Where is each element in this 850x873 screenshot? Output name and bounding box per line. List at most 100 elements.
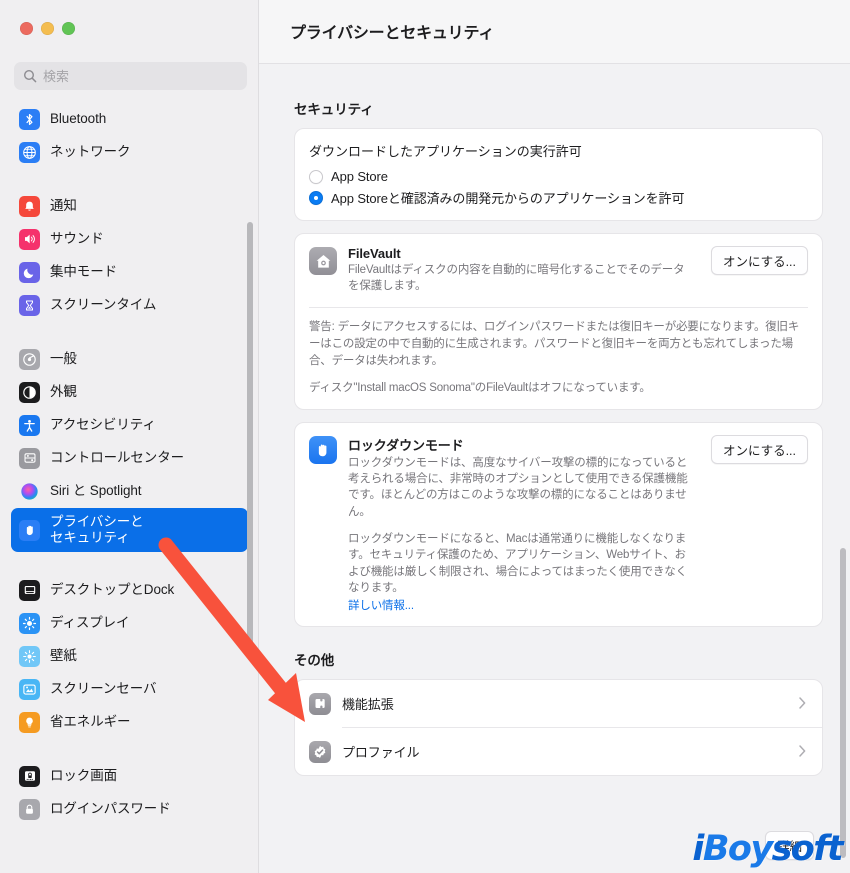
sidebar-item-label: 集中モード: [50, 263, 117, 279]
sidebar-item-ロック画面[interactable]: ロック画面: [11, 760, 248, 792]
filevault-name: FileVault: [348, 246, 401, 261]
radio-appstore-identified[interactable]: [309, 190, 323, 205]
lockdown-learn-more-link[interactable]: 詳しい情報...: [348, 597, 414, 613]
watermark-text-boy: Boy: [702, 829, 773, 869]
filevault-status-note: ディスク"Install macOS Sonoma"のFileVaultはオフに…: [309, 381, 651, 394]
sidebar-scrollbar[interactable]: [247, 222, 253, 652]
lockdown-mode-card: ロックダウンモード ロックダウンモードは、高度なサイバー攻撃の標的になっていると…: [294, 421, 823, 628]
main-scrollbar[interactable]: [840, 548, 846, 858]
accessibility-icon: [19, 414, 40, 436]
sidebar-item-label: ロック画面: [50, 767, 117, 783]
radio-appstore[interactable]: [309, 169, 323, 184]
lightbulb-icon: [19, 711, 40, 733]
lockdown-description: ロックダウンモードは、高度なサイバー攻撃の標的になっていると考えられる場合に、非…: [348, 456, 688, 518]
sidebar-item-label: 外観: [50, 383, 77, 399]
sidebar-item-省エネルギー[interactable]: 省エネルギー: [11, 706, 248, 738]
sidebar-item-label: 省エネルギー: [50, 713, 131, 729]
sidebar-item-siri-と-spotlight[interactable]: Siri と Spotlight: [11, 475, 248, 507]
sidebar-item-コントロールセンター[interactable]: コントロールセンター: [11, 442, 248, 474]
radio-appstore-label: App Store: [331, 169, 388, 184]
gatekeeper-option-appstore-identified[interactable]: App Storeと確認済みの開発元からのアプリケーションを許可: [309, 187, 808, 208]
lockdown-turn-on-button[interactable]: オンにする...: [710, 434, 808, 464]
sidebar-item-サウンド[interactable]: サウンド: [11, 223, 248, 255]
sidebar-item-label: ディスプレイ: [50, 614, 130, 630]
search-input[interactable]: [14, 62, 247, 90]
row-profiles[interactable]: プロファイル: [295, 728, 822, 775]
row-extensions[interactable]: 機能拡張: [295, 680, 822, 727]
sidebar-item-外観[interactable]: 外観: [11, 376, 248, 408]
sidebar-item-label: スクリーンセーバ: [50, 680, 157, 696]
settings-content: セキュリティ ダウンロードしたアプリケーションの実行許可 App Store A…: [259, 64, 850, 873]
network-globe-icon: [19, 141, 40, 163]
sidebar-item-アクセシビリティ[interactable]: アクセシビリティ: [11, 409, 248, 441]
sidebar-item-label: ネットワーク: [50, 143, 131, 159]
close-window-button[interactable]: [20, 22, 33, 35]
sidebar-item-スクリーンセーバ[interactable]: スクリーンセーバ: [11, 673, 248, 705]
sidebar-item-label: 通知: [50, 197, 77, 213]
sidebar-item-label: 一般: [50, 350, 77, 366]
lockdown-description-2: ロックダウンモードになると、Macは通常通りに機能しなくなります。セキュリティ保…: [348, 533, 688, 595]
watermark-text-soft: soft: [771, 829, 844, 869]
filevault-turn-on-button[interactable]: オンにする...: [710, 246, 808, 275]
siri-icon: [19, 481, 40, 502]
lockdown-name: ロックダウンモード: [348, 437, 464, 453]
others-section-heading: その他: [294, 653, 335, 669]
sidebar-item-label: コントロールセンター: [50, 449, 184, 465]
sidebar-item-label: Siri と Spotlight: [50, 482, 142, 498]
sidebar-item-デスクトップとdock[interactable]: デスクトップとDock: [11, 574, 248, 606]
speaker-icon: [19, 228, 40, 250]
sidebar-nav-list[interactable]: Bluetooth ネットワーク 通知サウンド集中モードスクリーンタイム 一般外観アク…: [0, 102, 258, 873]
profile-check-icon: [309, 740, 331, 763]
watermark-text-i: i: [692, 829, 704, 869]
security-section-heading: セキュリティ: [294, 102, 374, 117]
sidebar-item-スクリーンタイム[interactable]: スクリーンタイム: [11, 289, 248, 321]
iboysoft-watermark: iBoysoft: [692, 829, 844, 869]
gatekeeper-title: ダウンロードしたアプリケーションの実行許可: [309, 144, 582, 159]
sidebar-item-ログインパスワード[interactable]: ログインパスワード: [11, 793, 248, 825]
gear-icon: [19, 348, 40, 370]
sidebar-item-プライバシーとセキュリティ[interactable]: プライバシーと セキュリティ: [11, 508, 248, 552]
window-traffic-lights: [20, 22, 75, 35]
sidebar-item-label: 壁紙: [50, 647, 77, 663]
gatekeeper-option-appstore[interactable]: App Store: [309, 166, 808, 187]
sidebar-item-label: アクセシビリティ: [50, 416, 156, 432]
chevron-right-icon: [799, 745, 806, 759]
sidebar-item-ネットワーク[interactable]: ネットワーク: [11, 136, 248, 168]
minimize-window-button[interactable]: [41, 22, 54, 35]
hourglass-icon: [19, 294, 40, 316]
sidebar-item-通知[interactable]: 通知: [11, 190, 248, 222]
sidebar-item-label: サウンド: [50, 230, 104, 246]
radio-appstore-identified-label: App Storeと確認済みの開発元からのアプリケーションを許可: [331, 191, 685, 206]
wallpaper-icon: [19, 645, 40, 667]
sidebar-item-bluetooth[interactable]: Bluetooth: [11, 103, 248, 135]
sidebar-item-label: スクリーンタイム: [50, 296, 157, 312]
titlebar: プライバシーとセキュリティ: [259, 0, 850, 64]
privacy-hand-icon: [19, 519, 40, 541]
display-icon: [19, 612, 40, 634]
filevault-description: FileVaultはディスクの内容を自動的に暗号化することでそのデータを保護しま…: [348, 264, 685, 293]
filevault-card: FileVault FileVaultはディスクの内容を自動的に暗号化することで…: [294, 233, 823, 410]
sidebar-item-label: Bluetooth: [50, 110, 107, 126]
bluetooth-icon: [19, 108, 40, 130]
screensaver-icon: [19, 678, 40, 700]
search-container: [14, 62, 247, 90]
sidebar-item-label: デスクトップとDock: [50, 581, 175, 597]
others-card: 機能拡張 プロファイル: [294, 679, 823, 777]
appearance-icon: [19, 381, 40, 403]
extension-puzzle-icon: [309, 692, 331, 715]
row-extensions-label: 機能拡張: [342, 697, 394, 713]
sidebar-item-一般[interactable]: 一般: [11, 343, 248, 375]
page-title: プライバシーとセキュリティ: [290, 25, 495, 42]
sidebar-item-壁紙[interactable]: 壁紙: [11, 640, 248, 672]
gatekeeper-card: ダウンロードしたアプリケーションの実行許可 App Store App Stor…: [294, 128, 823, 221]
chevron-right-icon: [799, 697, 806, 711]
sidebar-item-集中モード[interactable]: 集中モード: [11, 256, 248, 288]
sidebar-item-label: プライバシーと セキュリティ: [50, 513, 144, 545]
sidebar-item-label: ログインパスワード: [50, 800, 171, 816]
sidebar-item-ディスプレイ[interactable]: ディスプレイ: [11, 607, 248, 639]
maximize-window-button[interactable]: [62, 22, 75, 35]
lockdown-hand-icon: [309, 435, 337, 464]
